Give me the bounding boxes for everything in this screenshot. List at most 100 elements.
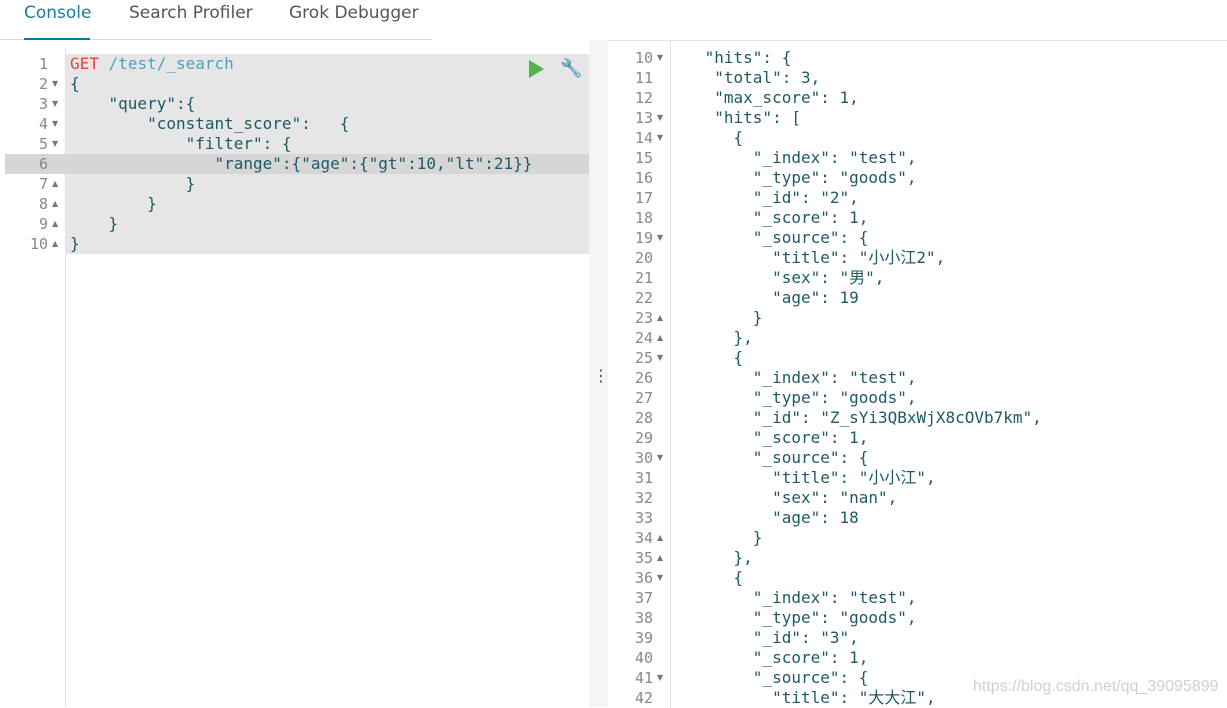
code-line: "_index": "test",	[695, 148, 917, 167]
line-number: 20	[634, 249, 653, 267]
line-number: 5	[38, 135, 48, 153]
code-line: "hits": {	[695, 48, 792, 67]
line-number: 32	[634, 489, 653, 507]
fold-arrow-down-icon[interactable]: ▼	[52, 74, 58, 94]
wrench-icon[interactable]: 🔧	[560, 58, 582, 79]
code-line: "query":{	[70, 94, 196, 113]
fold-arrow-up-icon[interactable]: ▲	[52, 194, 58, 214]
code-line: }	[70, 194, 157, 213]
request-line: GET /test/_search	[70, 54, 234, 74]
code-line: "_source": {	[695, 448, 869, 467]
fold-arrow-up-icon[interactable]: ▲	[52, 234, 58, 254]
code-line: "_score": 1,	[695, 428, 869, 447]
code-line: "_id": "2",	[695, 188, 859, 207]
fold-arrow-down-icon[interactable]: ▼	[657, 128, 663, 148]
line-number: 10	[634, 49, 653, 67]
line-number: 34	[634, 529, 653, 547]
request-editor[interactable]: 1 GET /test/_search 2 ▼{3 ▼ "query":{4 ▼ "con…	[0, 47, 589, 707]
code-line: "_type": "goods",	[695, 388, 917, 407]
fold-arrow-down-icon[interactable]: ▼	[657, 228, 663, 248]
code-line: "_index": "test",	[695, 368, 917, 387]
line-number: 6	[38, 155, 48, 173]
line-number: 37	[634, 589, 653, 607]
code-line: }	[70, 234, 80, 253]
code-line: {	[695, 128, 744, 147]
line-number: 23	[634, 309, 653, 327]
code-line: "title": "大大江",	[695, 688, 936, 707]
fold-arrow-down-icon[interactable]: ▼	[52, 134, 58, 154]
fold-arrow-up-icon[interactable]: ▲	[657, 328, 663, 348]
fold-arrow-up-icon[interactable]: ▲	[657, 548, 663, 568]
line-number: 18	[634, 209, 653, 227]
line-number: 22	[634, 289, 653, 307]
code-line: "age": 19	[695, 288, 859, 307]
fold-arrow-up-icon[interactable]: ▲	[657, 308, 663, 328]
line-number: 4	[38, 115, 48, 133]
line-number: 21	[634, 269, 653, 287]
tab-bar: Console Search Profiler Grok Debugger	[0, 0, 432, 40]
code-line: "_index": "test",	[695, 588, 917, 607]
fold-arrow-down-icon[interactable]: ▼	[52, 94, 58, 114]
fold-arrow-up-icon[interactable]: ▲	[52, 214, 58, 234]
line-number: 28	[634, 409, 653, 427]
line-number: 14	[634, 129, 653, 147]
http-method: GET	[70, 54, 99, 73]
line-number: 24	[634, 329, 653, 347]
line-number: 25	[634, 349, 653, 367]
code-line: },	[695, 548, 753, 567]
fold-arrow-down-icon[interactable]: ▼	[657, 668, 663, 688]
fold-arrow-down-icon[interactable]: ▼	[52, 114, 58, 134]
code-line: "title": "小小江2",	[695, 248, 946, 267]
tab-console[interactable]: Console	[24, 2, 92, 40]
code-line: "_score": 1,	[695, 648, 869, 667]
drag-handle-icon[interactable]: ⋮	[593, 366, 609, 385]
line-number: 40	[634, 649, 653, 667]
line-number: 42	[634, 689, 653, 707]
fold-arrow-down-icon[interactable]: ▼	[657, 568, 663, 588]
line-number: 36	[634, 569, 653, 587]
fold-arrow-down-icon[interactable]: ▼	[657, 48, 663, 68]
line-number: 10	[29, 235, 48, 253]
line-number: 16	[634, 169, 653, 187]
line-number: 39	[634, 629, 653, 647]
code-line: "constant_score": {	[70, 114, 350, 133]
watermark: https://blog.csdn.net/qq_39095899	[973, 678, 1219, 695]
fold-arrow-up-icon[interactable]: ▲	[52, 174, 58, 194]
code-line: }	[70, 214, 119, 233]
code-line: "max_score": 1,	[695, 88, 859, 107]
code-line: "total": 3,	[695, 68, 821, 87]
code-line: {	[695, 348, 744, 367]
line-number: 38	[634, 609, 653, 627]
code-line: "_source": {	[695, 668, 869, 687]
code-line: "_source": {	[695, 228, 869, 247]
request-path: /test/_search	[108, 54, 234, 73]
code-line: "range":{"age":{"gt":10,"lt":21}}	[70, 154, 533, 173]
tab-grok-debugger[interactable]: Grok Debugger	[289, 2, 419, 38]
code-line: {	[695, 568, 744, 587]
code-line: "_id": "Z_sYi3QBxWjX8cOVb7km",	[695, 408, 1042, 427]
line-number: 13	[634, 109, 653, 127]
line-number: 9	[38, 215, 48, 233]
fold-arrow-down-icon[interactable]: ▼	[657, 348, 663, 368]
line-number: 26	[634, 369, 653, 387]
line-number: 31	[634, 469, 653, 487]
line-number: 3	[38, 95, 48, 113]
play-icon[interactable]	[529, 60, 544, 78]
line-number: 19	[634, 229, 653, 247]
code-line: "title": "小小江",	[695, 468, 936, 487]
tab-search-profiler[interactable]: Search Profiler	[129, 2, 253, 38]
response-gutter-border	[670, 41, 671, 708]
code-line: "sex": "男",	[695, 268, 885, 287]
line-number: 2	[38, 75, 48, 93]
response-viewer: 10 ▼ "hits": {11 "total": 3, 12 "max_score…	[608, 40, 1227, 708]
fold-arrow-up-icon[interactable]: ▲	[657, 528, 663, 548]
line-number: 15	[634, 149, 653, 167]
code-line: "hits": [	[695, 108, 801, 127]
code-line: }	[695, 308, 763, 327]
code-line: },	[695, 328, 753, 347]
line-number: 33	[634, 509, 653, 527]
fold-arrow-down-icon[interactable]: ▼	[657, 108, 663, 128]
fold-arrow-down-icon[interactable]: ▼	[657, 448, 663, 468]
code-line: "_type": "goods",	[695, 168, 917, 187]
line-number: 27	[634, 389, 653, 407]
